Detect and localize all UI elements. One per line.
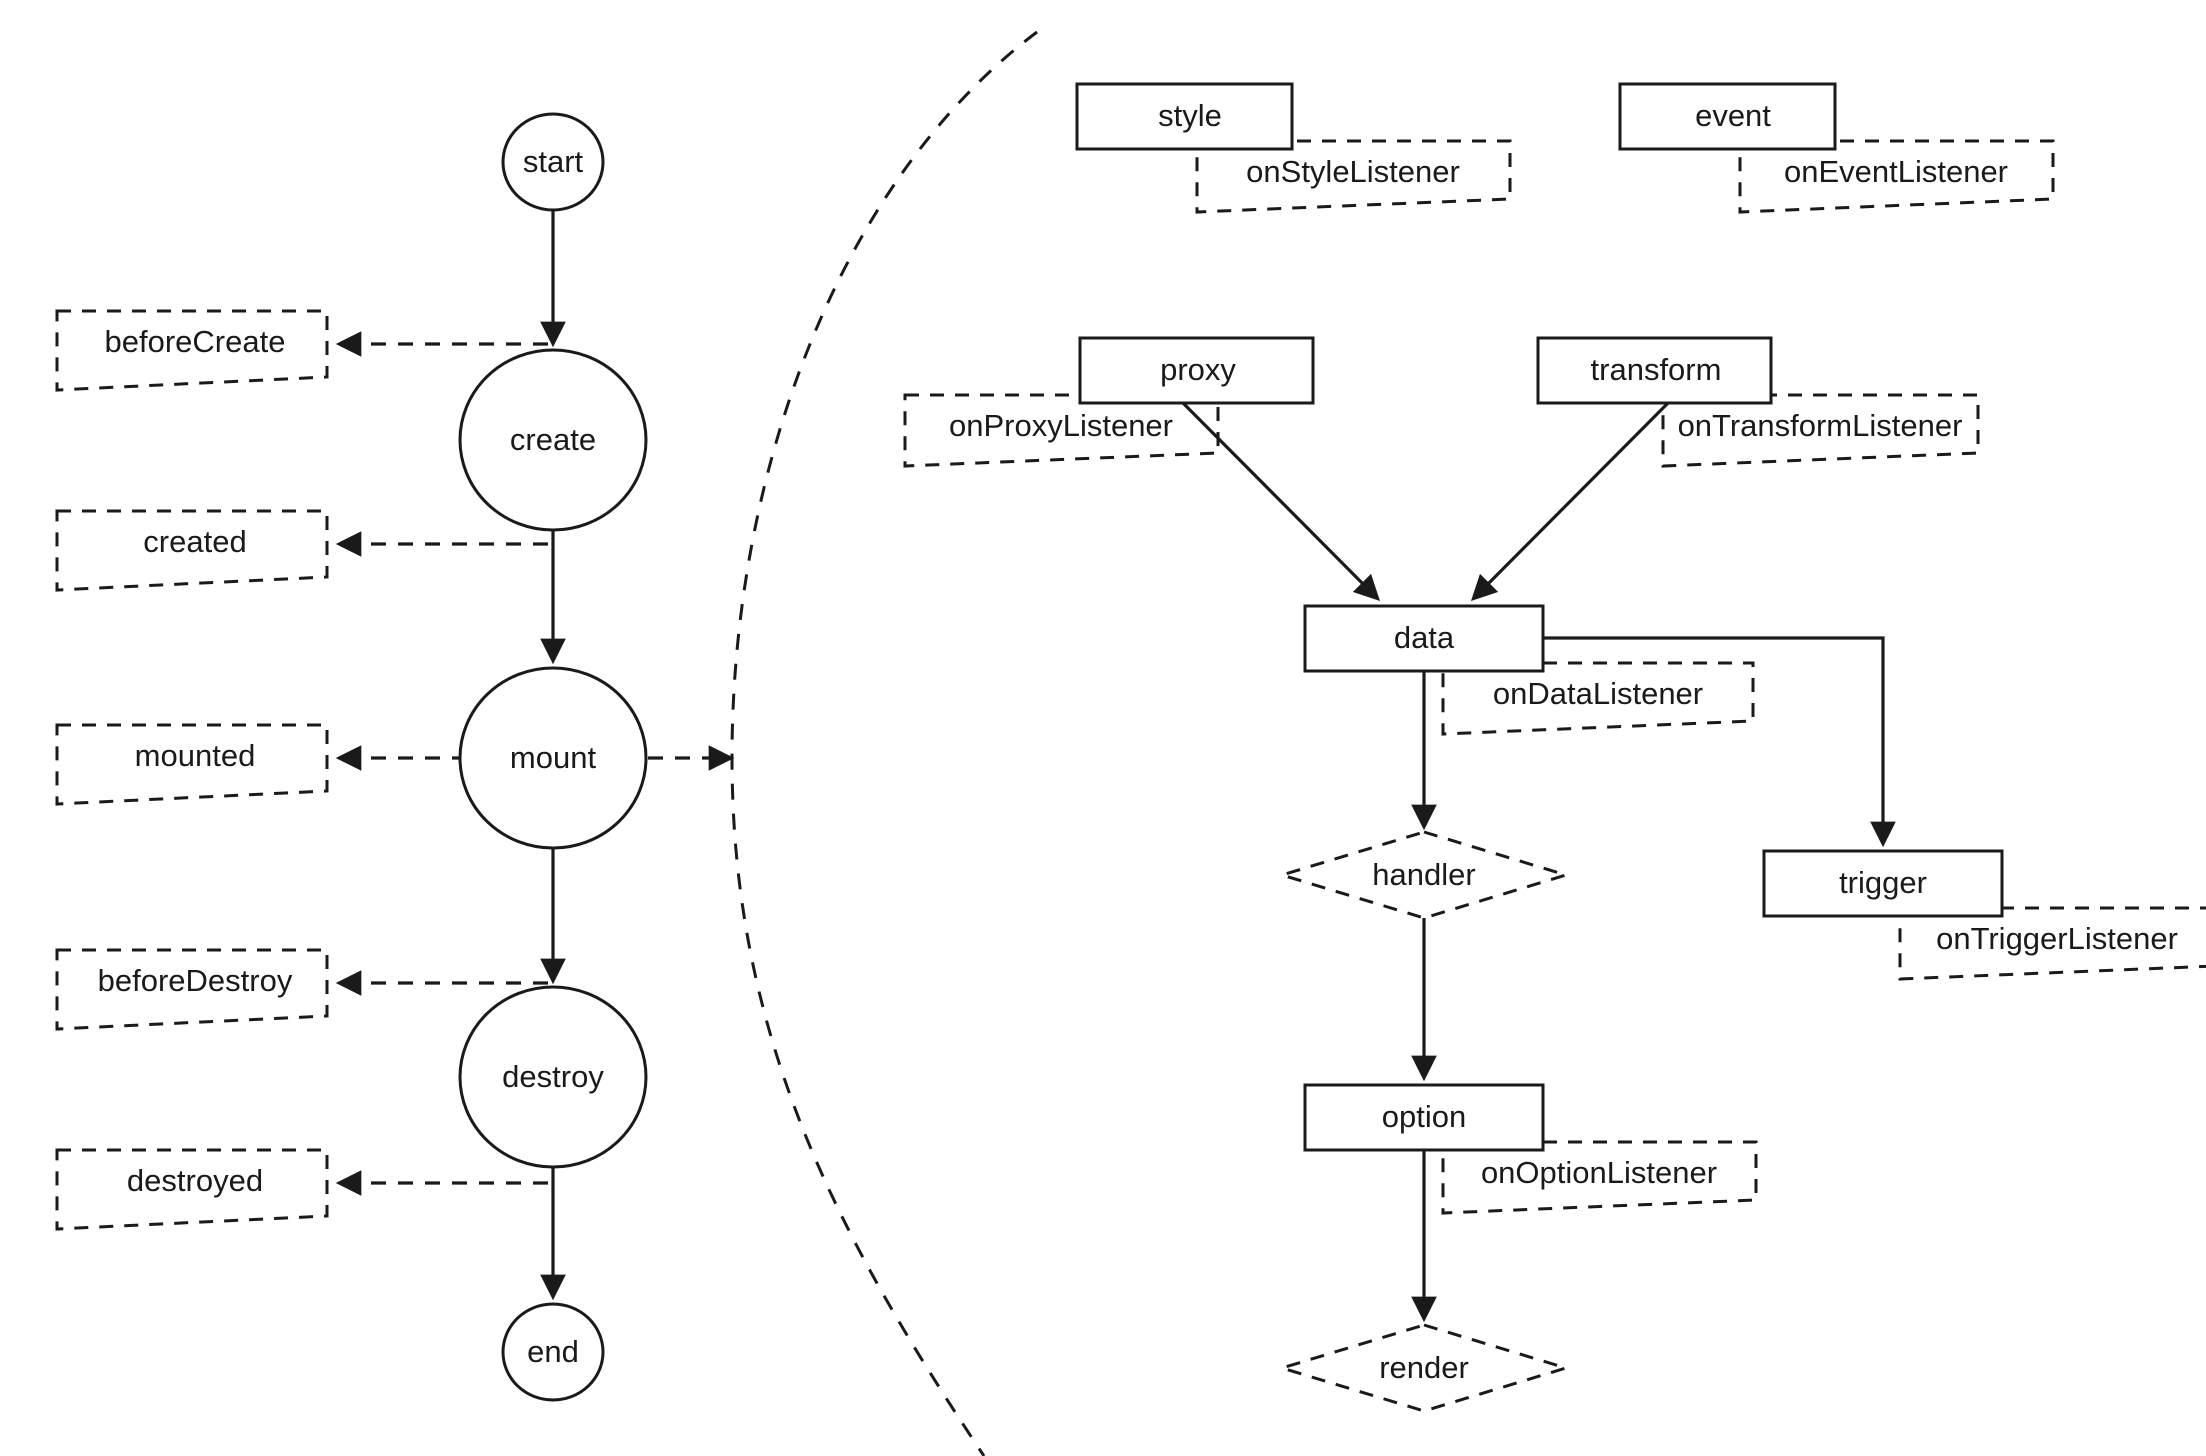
trigger-label: trigger [1839,865,1927,900]
lifecycle-hook-created[interactable]: created [55,509,329,592]
proxy-label: proxy [1160,352,1236,387]
lifecycle-scope-arc [730,30,1038,1456]
listener-onDataListener[interactable]: onDataListener [1441,661,1755,736]
listener-onTriggerListener[interactable]: onTriggerListener [1898,906,2206,981]
diagram-canvas: start create mount destroy end beforeCre… [0,0,2206,1456]
destroy-label: destroy [502,1059,604,1094]
edge-data-to-trigger [1543,636,1896,848]
lifecycle-hook-destroyed[interactable]: destroyed [55,1148,329,1231]
destroyed-label: destroyed [127,1163,263,1198]
option-label: option [1382,1099,1466,1134]
listener-onOptionListener[interactable]: onOptionListener [1441,1140,1758,1215]
edge-proxy-to-data [1181,401,1381,602]
pipeline-node-trigger[interactable]: trigger [1762,849,2004,918]
lifecycle-state-mount[interactable]: mount [458,666,648,850]
beforeCreate-label: beforeCreate [105,324,286,359]
render-label: render [1379,1350,1469,1385]
lifecycle-state-destroy[interactable]: destroy [458,985,648,1169]
pipeline-node-option[interactable]: option [1303,1083,1545,1152]
onEventListener-label: onEventListener [1784,154,2008,189]
onStyleListener-label: onStyleListener [1246,154,1460,189]
pipeline-node-transform[interactable]: transform [1536,336,1773,405]
created-label: created [143,524,246,559]
pipeline-node-data[interactable]: data [1303,604,1545,673]
style-label: style [1158,98,1222,133]
transform-label: transform [1591,352,1722,387]
start-label: start [523,144,584,179]
lifecycle-hook-beforeCreate[interactable]: beforeCreate [55,309,329,392]
lifecycle-hook-mounted[interactable]: mounted [55,723,329,806]
beforeDestroy-label: beforeDestroy [98,963,293,998]
onDataListener-label: onDataListener [1493,676,1703,711]
listener-onTransformListener[interactable]: onTransformListener [1661,393,1980,468]
lifecycle-hook-beforeDestroy[interactable]: beforeDestroy [55,948,329,1031]
diagram-svg: start create mount destroy end beforeCre… [55,30,2206,1456]
handler-label: handler [1372,857,1475,892]
onOptionListener-label: onOptionListener [1481,1155,1717,1190]
listener-onStyleListener[interactable]: onStyleListener [1195,139,1512,214]
mount-label: mount [510,740,597,775]
pipeline-node-event[interactable]: event [1618,82,1837,151]
create-label: create [510,422,596,457]
onTransformListener-label: onTransformListener [1678,408,1963,443]
listener-onProxyListener[interactable]: onProxyListener [903,393,1220,468]
event-label: event [1695,98,1771,133]
listener-onEventListener[interactable]: onEventListener [1738,139,2055,214]
mounted-label: mounted [135,738,256,773]
pipeline-node-proxy[interactable]: proxy [1078,336,1315,405]
lifecycle-state-start[interactable]: start [501,112,605,212]
pipeline-node-handler[interactable]: handler [1276,830,1572,920]
lifecycle-state-end[interactable]: end [501,1302,605,1402]
data-label: data [1394,620,1455,655]
edge-transform-to-data [1470,401,1670,602]
pipeline-node-render[interactable]: render [1276,1323,1572,1413]
onProxyListener-label: onProxyListener [949,408,1173,443]
lifecycle-state-create[interactable]: create [458,348,648,532]
end-label: end [527,1334,579,1369]
pipeline-node-style[interactable]: style [1075,82,1294,151]
onTriggerListener-label: onTriggerListener [1936,921,2178,956]
